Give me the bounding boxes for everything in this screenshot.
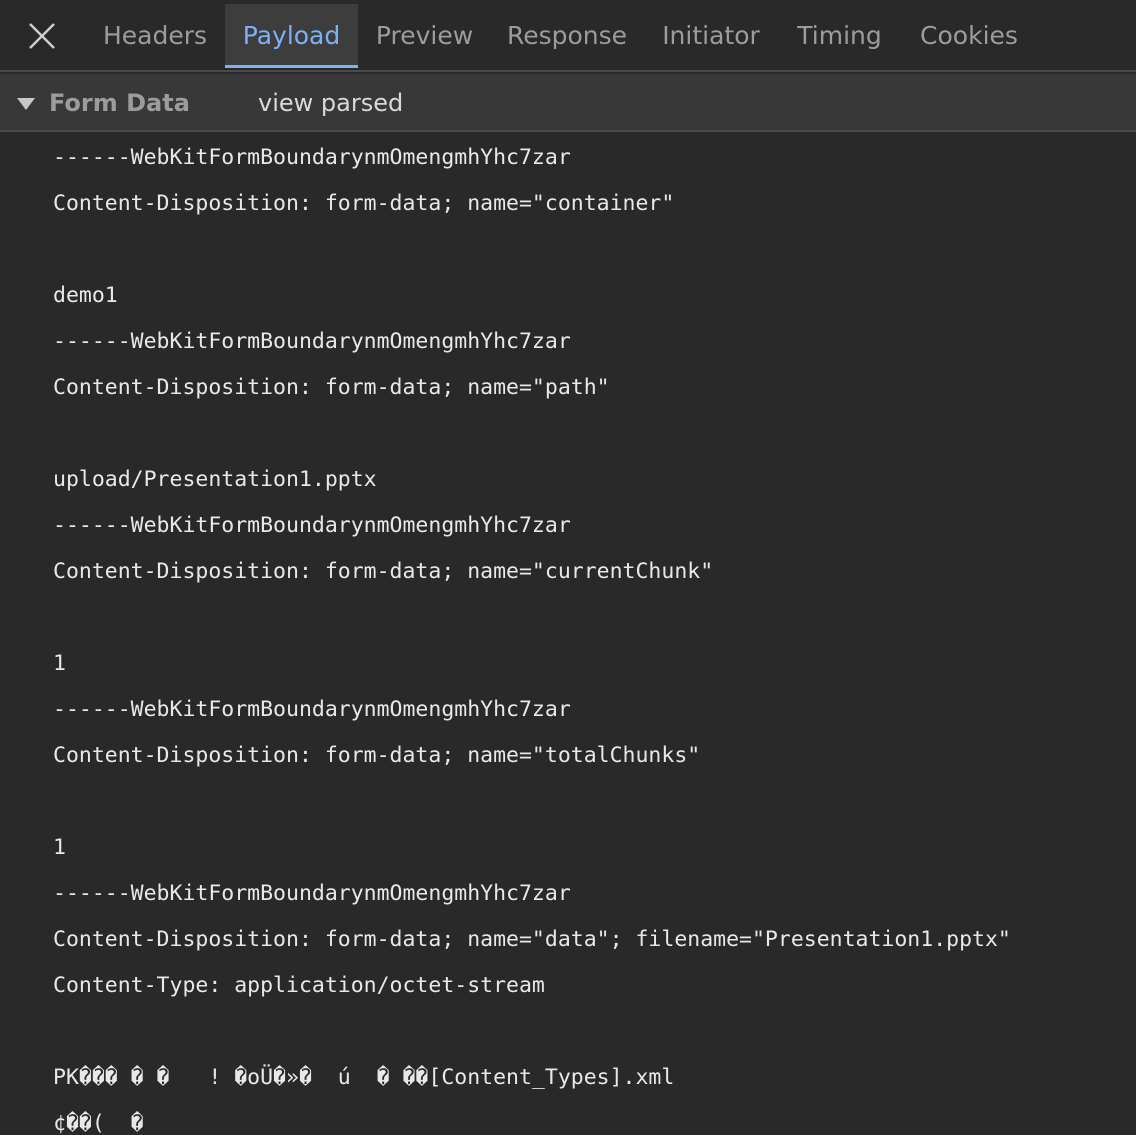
payload-line: Content-Disposition: form-data; name="da… xyxy=(53,927,1011,952)
payload-line: Content-Disposition: form-data; name="pa… xyxy=(53,375,610,400)
close-button[interactable] xyxy=(20,16,64,56)
payload-line: upload/Presentation1.pptx xyxy=(53,467,377,492)
payload-line: Content-Disposition: form-data; name="co… xyxy=(53,191,675,216)
section-title[interactable]: Form Data xyxy=(49,74,190,132)
payload-line: ------WebKitFormBoundarynmOmengmhYhc7zar xyxy=(53,697,571,722)
payload-line: PK��� � � ! �oÜ�»� ú � ��[Content_Types]… xyxy=(53,1065,675,1090)
triangle-down-icon[interactable] xyxy=(17,98,35,110)
devtools-tab-bar: Headers Payload Preview Response Initiat… xyxy=(0,0,1136,72)
payload-line xyxy=(53,595,1136,641)
payload-line: Content-Disposition: form-data; name="cu… xyxy=(53,559,714,584)
payload-line xyxy=(53,1009,1136,1055)
payload-line: 1 xyxy=(53,835,66,860)
payload-line xyxy=(53,227,1136,273)
payload-line: ------WebKitFormBoundarynmOmengmhYhc7zar xyxy=(53,145,571,170)
payload-line: Content-Disposition: form-data; name="to… xyxy=(53,743,701,768)
tab-cookies[interactable]: Cookies xyxy=(906,4,1032,68)
tab-timing[interactable]: Timing xyxy=(784,4,895,68)
tab-preview[interactable]: Preview xyxy=(364,4,485,68)
payload-line: ¢��( � xyxy=(53,1111,144,1135)
form-data-section-header[interactable]: Form Data view parsed xyxy=(0,74,1136,132)
payload-line: ------WebKitFormBoundarynmOmengmhYhc7zar xyxy=(53,881,571,906)
payload-line: 1 xyxy=(53,651,66,676)
tab-response[interactable]: Response xyxy=(496,4,638,68)
close-icon xyxy=(29,23,55,49)
view-parsed-toggle[interactable]: view parsed xyxy=(258,74,403,132)
payload-line: Content-Type: application/octet-stream xyxy=(53,973,545,998)
payload-line: ------WebKitFormBoundarynmOmengmhYhc7zar xyxy=(53,513,571,538)
tab-initiator[interactable]: Initiator xyxy=(650,4,772,68)
payload-source: ------WebKitFormBoundarynmOmengmhYhc7zar… xyxy=(53,135,1136,1135)
tab-headers[interactable]: Headers xyxy=(92,4,218,68)
tab-payload[interactable]: Payload xyxy=(225,4,358,68)
payload-line: ------WebKitFormBoundarynmOmengmhYhc7zar xyxy=(53,329,571,354)
payload-line xyxy=(53,779,1136,825)
payload-line: demo1 xyxy=(53,283,118,308)
payload-line xyxy=(53,411,1136,457)
